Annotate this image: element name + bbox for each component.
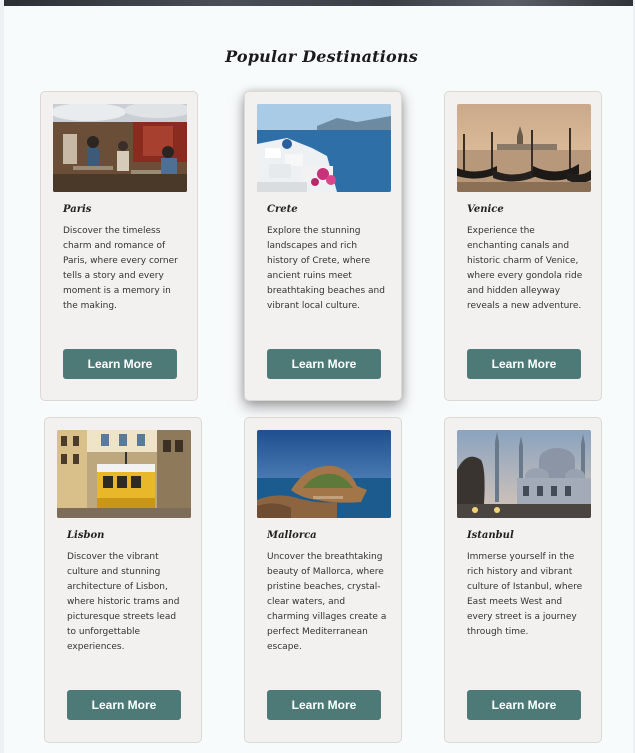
destination-description: Discover the timeless charm and romance … <box>63 226 178 311</box>
destination-description: Immerse yourself in the rich history and… <box>467 552 583 637</box>
destination-card-crete: Crete Explore the stunning landscapes an… <box>244 91 402 401</box>
destination-card-paris: Paris Discover the timeless charm and ro… <box>40 91 198 401</box>
learn-more-button-mallorca[interactable]: Learn More <box>267 690 381 720</box>
destination-description: Discover the vibrant culture and stunnin… <box>67 552 180 652</box>
destination-card-mallorca: Mallorca Uncover the breathtaking beauty… <box>244 417 402 743</box>
lisbon-photo <box>57 430 191 518</box>
destination-card-venice: Venice Experience the enchanting canals … <box>444 91 602 401</box>
mallorca-photo <box>257 430 391 518</box>
destination-description: Experience the enchanting canals and his… <box>467 226 583 311</box>
paris-photo <box>53 104 187 192</box>
destination-description: Uncover the breathtaking beauty of Mallo… <box>267 552 387 652</box>
destination-name: Mallorca <box>267 530 317 541</box>
destination-card-lisbon: Lisbon Discover the vibrant culture and … <box>44 417 202 743</box>
destination-name: Lisbon <box>67 530 105 541</box>
destination-name: Venice <box>467 204 504 215</box>
destinations-page: Popular Destinations Paris Discover the … <box>0 0 635 753</box>
destination-description: Explore the stunning landscapes and rich… <box>267 226 385 311</box>
learn-more-button-paris[interactable]: Learn More <box>63 349 177 379</box>
destination-name: Istanbul <box>467 530 514 541</box>
destination-card-istanbul: Istanbul Immerse yourself in the rich hi… <box>444 417 602 743</box>
section-title: Popular Destinations <box>225 47 418 66</box>
hero-image-bottom-edge <box>4 0 633 6</box>
learn-more-button-lisbon[interactable]: Learn More <box>67 690 181 720</box>
learn-more-button-istanbul[interactable]: Learn More <box>467 690 581 720</box>
learn-more-button-venice[interactable]: Learn More <box>467 349 581 379</box>
destination-name: Paris <box>63 204 92 215</box>
crete-photo <box>257 104 391 192</box>
destination-name: Crete <box>267 204 298 215</box>
learn-more-button-crete[interactable]: Learn More <box>267 349 381 379</box>
venice-photo <box>457 104 591 192</box>
istanbul-photo <box>457 430 591 518</box>
